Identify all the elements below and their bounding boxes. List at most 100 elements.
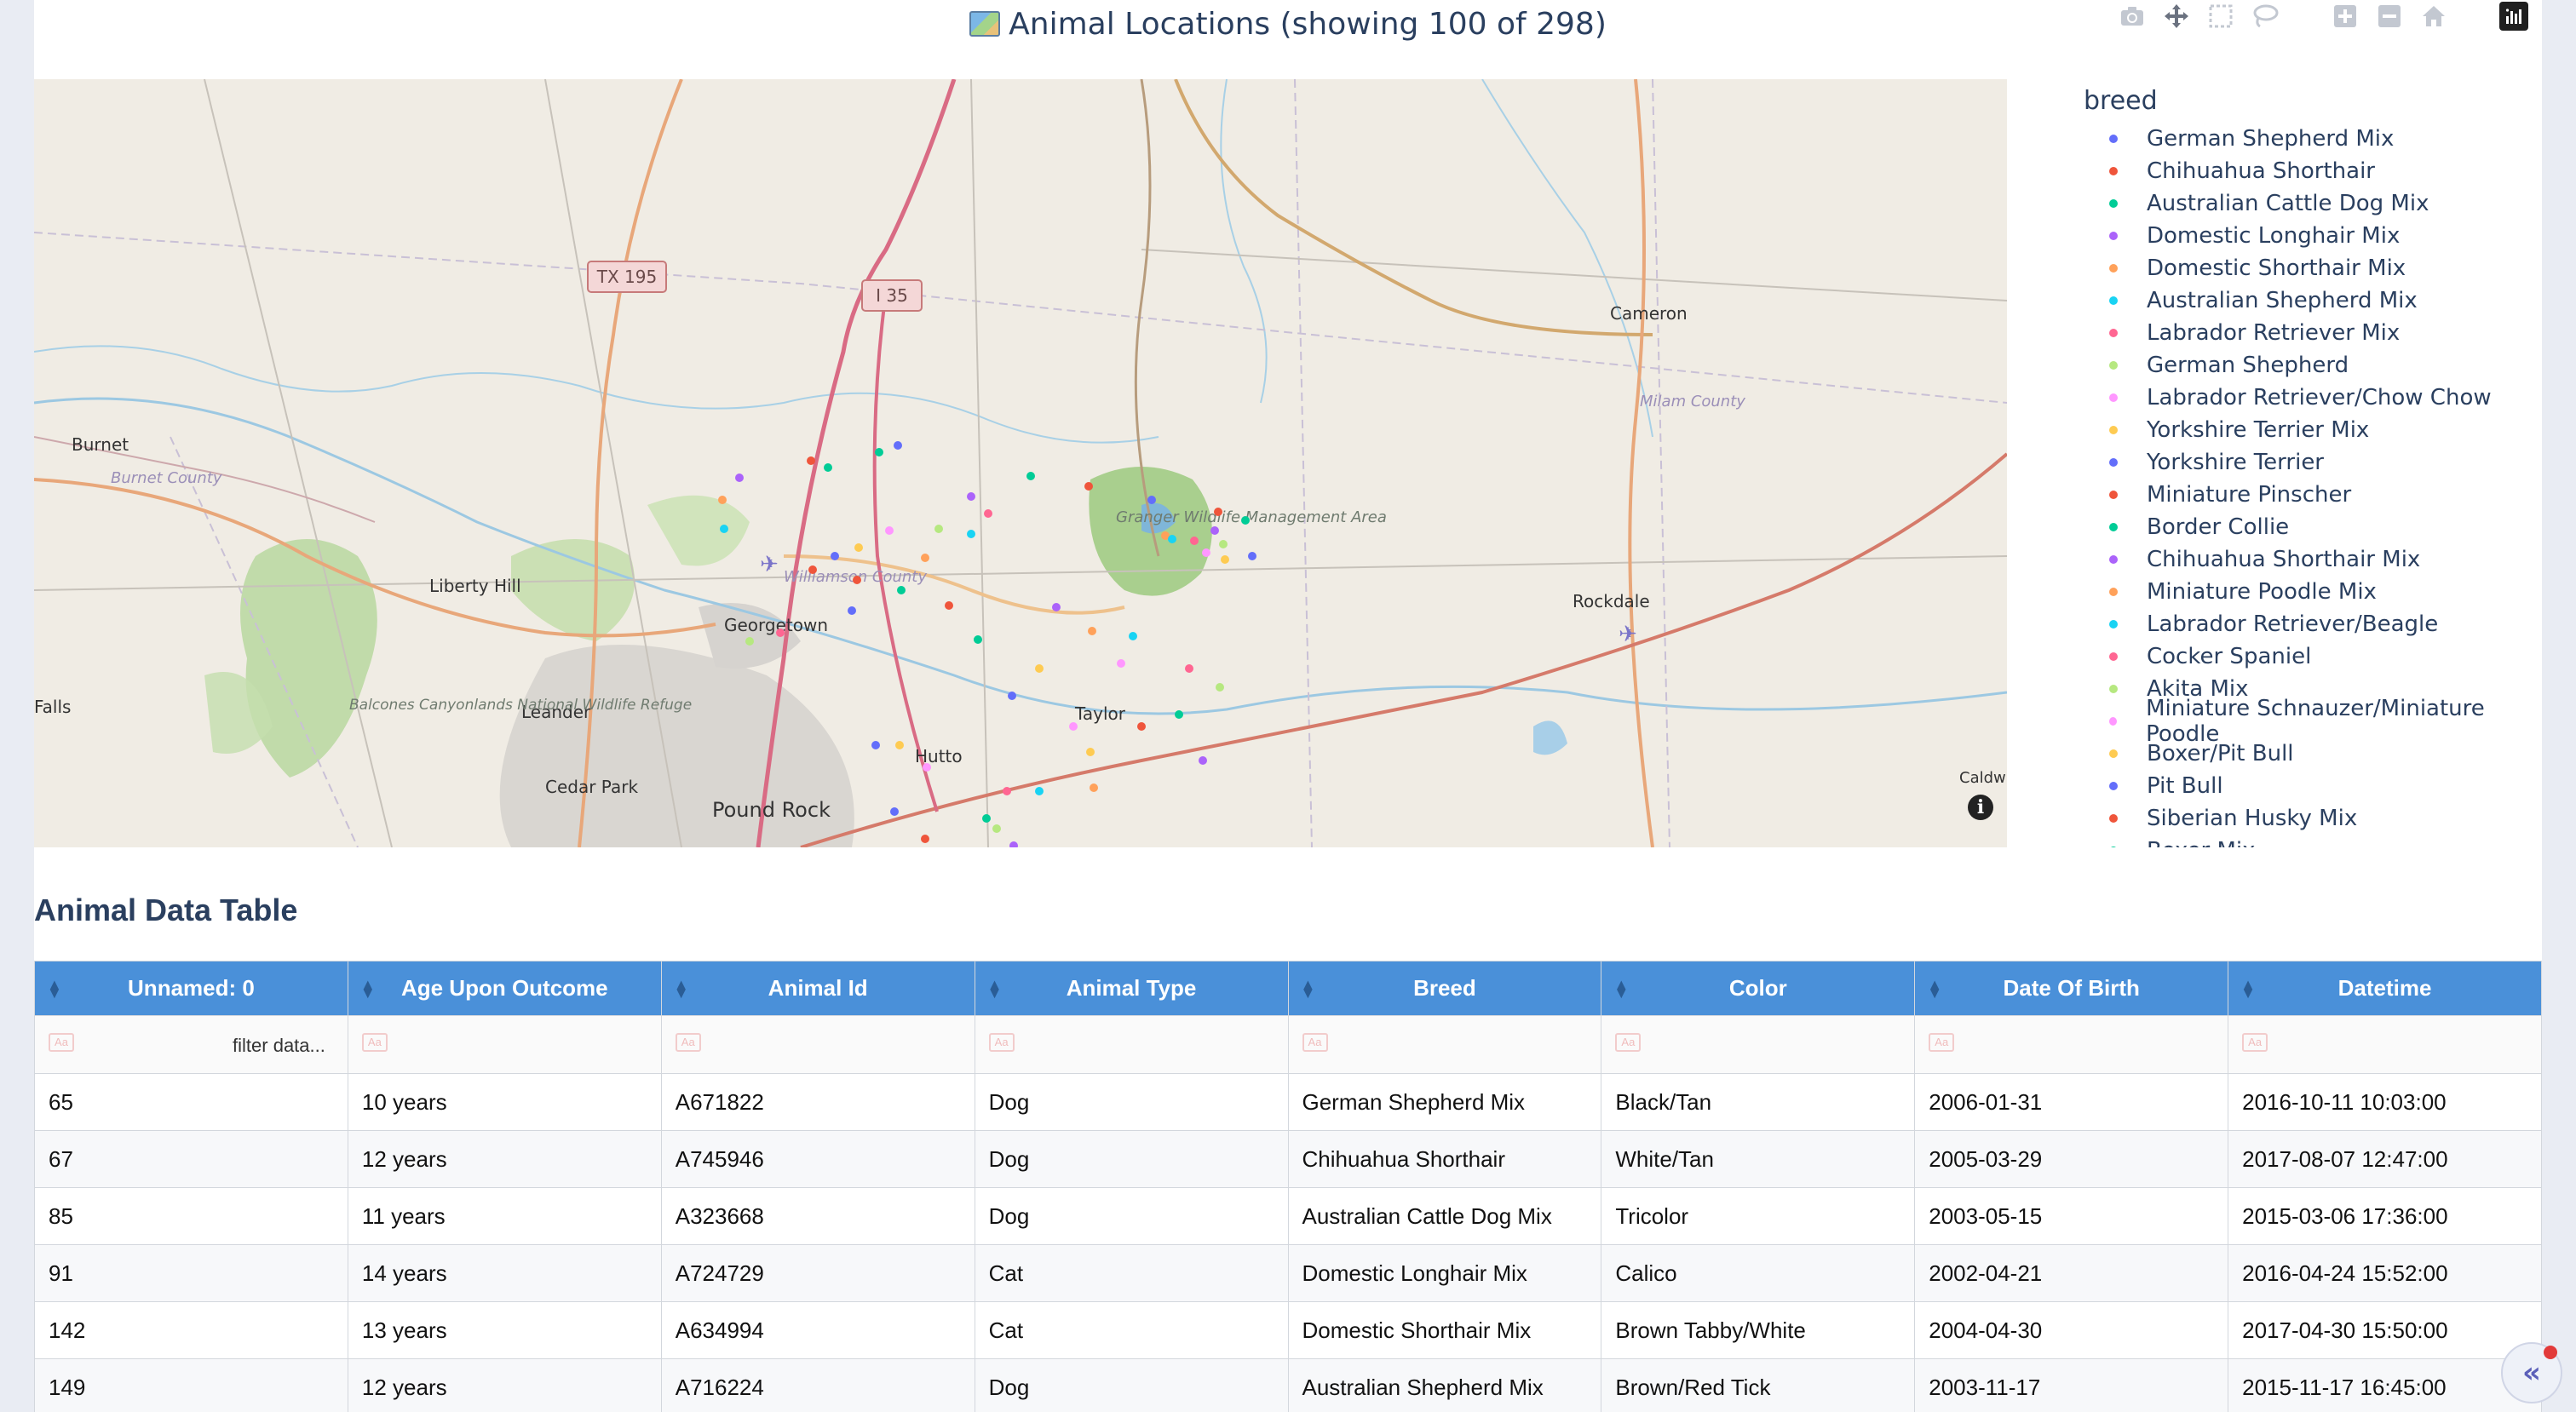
map-point[interactable] — [967, 530, 975, 538]
map-point[interactable] — [1219, 540, 1228, 548]
map-point[interactable] — [1090, 783, 1098, 792]
filter-cell[interactable]: Aa — [1601, 1015, 1916, 1074]
table-cell[interactable]: 2016-10-11 10:03:00 — [2228, 1073, 2542, 1131]
map-point[interactable] — [745, 637, 754, 646]
table-cell[interactable]: Australian Cattle Dog Mix — [1287, 1187, 1602, 1245]
table-cell[interactable]: 2005-03-29 — [1914, 1130, 2229, 1188]
column-header[interactable]: ▲ ▼ Color — [1601, 961, 1916, 1016]
map-point[interactable] — [1147, 496, 1156, 504]
table-cell[interactable]: Brown/Red Tick — [1601, 1358, 1916, 1412]
legend-item[interactable]: Labrador Retriever/Beagle — [2050, 608, 2527, 640]
reset-home-icon[interactable] — [2419, 2, 2448, 31]
camera-icon[interactable] — [2118, 2, 2147, 31]
filter-cell[interactable]: Aa — [660, 1015, 975, 1074]
filter-cell[interactable]: Aa filter data... — [34, 1015, 348, 1074]
case-sensitive-icon[interactable]: Aa — [1929, 1033, 1955, 1052]
table-cell[interactable]: 67 — [34, 1130, 348, 1188]
column-header[interactable]: ▲ ▼ Unnamed: 0 — [34, 961, 348, 1016]
legend-item[interactable]: German Shepherd — [2050, 349, 2527, 382]
map-point[interactable] — [934, 525, 943, 533]
map-point[interactable] — [718, 496, 727, 504]
table-cell[interactable]: A716224 — [660, 1358, 975, 1412]
map-point[interactable] — [808, 565, 817, 574]
table-cell[interactable]: 12 years — [347, 1358, 662, 1412]
sort-icon[interactable]: ▲ ▼ — [2240, 977, 2256, 1001]
column-header[interactable]: ▲ ▼ Animal Id — [660, 961, 975, 1016]
column-header[interactable]: ▲ ▼ Animal Type — [974, 961, 1289, 1016]
map-point[interactable] — [720, 525, 728, 533]
table-cell[interactable]: 2017-04-30 15:50:00 — [2228, 1301, 2542, 1359]
map-point[interactable] — [1052, 603, 1061, 611]
map-point[interactable] — [854, 543, 863, 552]
case-sensitive-icon[interactable]: Aa — [2242, 1033, 2268, 1052]
box-select-icon[interactable] — [2206, 2, 2235, 31]
zoom-in-icon[interactable] — [2331, 2, 2360, 31]
legend-item[interactable]: Chihuahua Shorthair Mix — [2050, 543, 2527, 576]
table-cell[interactable]: Calico — [1601, 1244, 1916, 1302]
table-cell[interactable]: A724729 — [660, 1244, 975, 1302]
legend-item[interactable]: Yorkshire Terrier — [2050, 446, 2527, 479]
map-canvas[interactable]: TX 195 I 35 Cameron Milam County Burnet … — [34, 79, 2007, 847]
map-point[interactable] — [974, 635, 982, 644]
sort-icon[interactable]: ▲ ▼ — [1613, 977, 1629, 1001]
map-point[interactable] — [1088, 627, 1096, 635]
legend-item[interactable]: Labrador Retriever Mix — [2050, 317, 2527, 349]
map-point[interactable] — [735, 474, 744, 482]
lasso-icon[interactable] — [2251, 2, 2280, 31]
map-point[interactable] — [1129, 632, 1137, 640]
filter-cell[interactable]: Aa — [1914, 1015, 2229, 1074]
legend-item[interactable]: Australian Cattle Dog Mix — [2050, 187, 2527, 220]
map-point[interactable] — [1241, 516, 1250, 525]
case-sensitive-icon[interactable]: Aa — [49, 1033, 74, 1052]
table-row[interactable]: 91 14 years A724729 Cat Domestic Longhair Mi… — [34, 1244, 2542, 1302]
filter-cell[interactable]: Aa — [2228, 1015, 2542, 1074]
map-point[interactable] — [923, 763, 931, 772]
table-cell[interactable]: A745946 — [660, 1130, 975, 1188]
legend-item[interactable]: Siberian Husky Mix — [2050, 802, 2527, 835]
legend-item[interactable]: Domestic Shorthair Mix — [2050, 252, 2527, 284]
map-point[interactable] — [871, 741, 880, 749]
table-cell[interactable]: 2003-05-15 — [1914, 1187, 2229, 1245]
table-row[interactable]: 142 13 years A634994 Cat Domestic Shorthair … — [34, 1301, 2542, 1359]
map-point[interactable] — [776, 629, 785, 637]
table-cell[interactable]: Tricolor — [1601, 1187, 1916, 1245]
table-cell[interactable]: Dog — [974, 1073, 1289, 1131]
map-point[interactable] — [921, 835, 929, 843]
sort-icon[interactable]: ▲ ▼ — [987, 977, 1003, 1001]
table-cell[interactable]: 2006-01-31 — [1914, 1073, 2229, 1131]
map-point[interactable] — [890, 807, 899, 816]
table-cell[interactable]: Dog — [974, 1358, 1289, 1412]
table-cell[interactable]: 2015-03-06 17:36:00 — [2228, 1187, 2542, 1245]
case-sensitive-icon[interactable]: Aa — [361, 1033, 388, 1052]
map-point[interactable] — [945, 601, 953, 610]
table-cell[interactable]: Black/Tan — [1601, 1073, 1916, 1131]
table-cell[interactable]: Cat — [974, 1244, 1289, 1302]
column-header[interactable]: ▲ ▼ Datetime — [2228, 961, 2542, 1016]
legend-item[interactable]: Australian Shepherd Mix — [2050, 284, 2527, 317]
table-cell[interactable]: 65 — [34, 1073, 348, 1131]
table-cell[interactable]: 2017-08-07 12:47:00 — [2228, 1130, 2542, 1188]
map-point[interactable] — [831, 552, 839, 560]
legend-item[interactable]: Miniature Pinscher — [2050, 479, 2527, 511]
map-point[interactable] — [984, 509, 992, 518]
map-point[interactable] — [1117, 659, 1125, 668]
zoom-out-icon[interactable] — [2375, 2, 2404, 31]
table-cell[interactable]: 14 years — [347, 1244, 662, 1302]
chat-toggle-button[interactable]: « — [2501, 1342, 2562, 1403]
info-icon[interactable]: i — [1968, 795, 1993, 820]
map-point[interactable] — [1035, 787, 1044, 795]
map-point[interactable] — [895, 741, 904, 749]
map-point[interactable] — [1216, 683, 1224, 692]
map-point[interactable] — [1003, 787, 1011, 795]
map-point[interactable] — [1168, 535, 1176, 543]
table-cell[interactable]: A323668 — [660, 1187, 975, 1245]
map-point[interactable] — [967, 492, 975, 501]
table-cell[interactable]: 91 — [34, 1244, 348, 1302]
pan-icon[interactable] — [2162, 2, 2191, 31]
legend-item[interactable]: Boxer Mix — [2050, 835, 2527, 847]
map-point[interactable] — [1190, 537, 1199, 545]
legend-item[interactable]: Cocker Spaniel — [2050, 640, 2527, 673]
table-cell[interactable]: Cat — [974, 1301, 1289, 1359]
map-point[interactable] — [853, 576, 861, 584]
table-cell[interactable]: 149 — [34, 1358, 348, 1412]
